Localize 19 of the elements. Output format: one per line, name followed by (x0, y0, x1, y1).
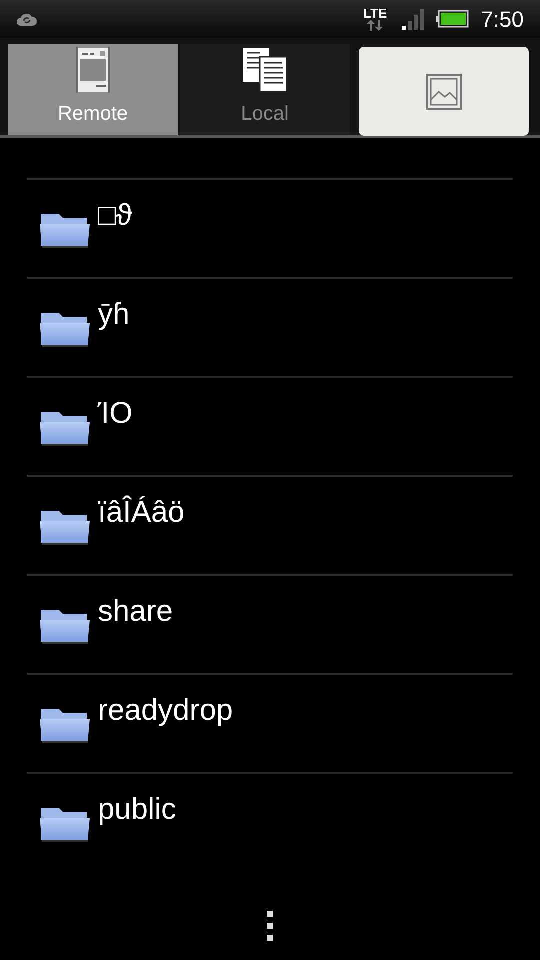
sync-cloud-icon (16, 11, 38, 27)
data-arrows-icon (366, 20, 384, 31)
folder-name[interactable]: share (98, 594, 174, 630)
tab[interactable]: Local (180, 44, 350, 135)
server-icon (76, 47, 110, 93)
signal-icon (401, 7, 426, 31)
overflow-menu-icon[interactable] (266, 910, 274, 942)
clock: 7:50 (481, 6, 524, 34)
view-button[interactable] (359, 47, 529, 136)
folder-name[interactable]: □ϑ (98, 198, 133, 234)
folder-name[interactable]: public (98, 792, 176, 828)
battery-icon (435, 10, 470, 28)
folder-name[interactable]: ΊΟ (98, 396, 133, 432)
folder-name[interactable]: readydrop (98, 693, 234, 729)
folder-name[interactable]: ȳɦ (98, 297, 130, 333)
network-type: LTE (364, 7, 388, 20)
picture-icon (426, 74, 462, 110)
documents-icon (242, 47, 288, 93)
folder-name[interactable]: ïâÎÁâö (98, 495, 185, 531)
